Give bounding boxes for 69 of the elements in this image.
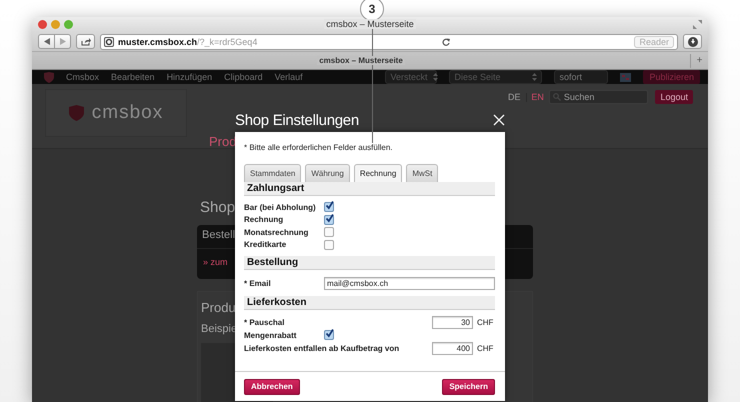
download-icon: [688, 36, 698, 46]
checkbox[interactable]: [324, 214, 334, 225]
panel-title: Bestell: [202, 229, 236, 241]
checkbox[interactable]: [324, 330, 334, 340]
browser-tab[interactable]: cmsbox – Musterseite: [317, 56, 405, 65]
menu-item[interactable]: Clipboard: [224, 72, 263, 82]
required-note: * Bitte alle erforderlichen Felder ausfüllen.: [244, 143, 393, 153]
section-heading: Produ: [201, 300, 236, 315]
search-icon: [552, 93, 561, 101]
shield-logo-icon: [44, 72, 54, 82]
window-title: cmsbox – Musterseite: [324, 19, 416, 29]
publish-time-field[interactable]: sofort: [554, 70, 608, 84]
section-header: Lieferkosten: [244, 296, 495, 310]
select-arrows-icon: [433, 73, 438, 81]
section-header: Bestellung: [244, 256, 495, 270]
checkbox[interactable]: [324, 227, 334, 238]
new-tab-button[interactable]: +: [690, 54, 708, 68]
field-label: Mengenrabatt: [244, 330, 298, 340]
dialog-title: Shop Einstellungen: [235, 112, 359, 128]
select-arrows-icon: [532, 73, 538, 81]
currency-label: CHF: [477, 344, 494, 353]
menu-item[interactable]: Cmsbox: [66, 72, 100, 82]
section-header: Zahlungsart: [244, 182, 495, 196]
dialog-tab[interactable]: Stammdaten: [244, 164, 302, 182]
language-link[interactable]: DE: [508, 92, 521, 102]
amount-field[interactable]: 400: [432, 342, 473, 355]
close-icon[interactable]: [493, 114, 505, 126]
shield-logo-icon: [68, 105, 84, 121]
dialog-tab[interactable]: Rechnung: [354, 164, 402, 182]
fullscreen-icon[interactable]: [693, 20, 702, 29]
menu-item[interactable]: Bearbeiten: [111, 72, 155, 82]
language-link[interactable]: EN: [531, 92, 544, 102]
checkbox[interactable]: [324, 240, 334, 250]
currency-label: CHF: [477, 318, 494, 326]
dialog-tab[interactable]: Währung: [305, 164, 350, 182]
close-window-icon[interactable]: [38, 20, 47, 29]
dialog-tab[interactable]: MwSt: [406, 164, 438, 182]
page-heading: Shop: [200, 199, 236, 216]
site-icon: [104, 36, 114, 46]
field-label: * Pauschal: [244, 318, 286, 326]
menu-item[interactable]: Hinzufügen: [166, 72, 212, 82]
site-logo[interactable]: cmsbox: [45, 89, 187, 137]
address-bar[interactable]: muster.cmsbox.ch/?_k=rdr5Geq4 Reader: [100, 34, 678, 50]
field-label: * Email: [244, 278, 272, 288]
cancel-button[interactable]: Abbrechen: [244, 378, 300, 394]
logout-button[interactable]: Logout: [655, 90, 693, 104]
reload-icon[interactable]: [442, 38, 450, 46]
section-text: Beispie: [201, 323, 238, 335]
forward-button[interactable]: [55, 34, 71, 49]
scope-select[interactable]: Diese Seite: [449, 70, 542, 84]
email-field[interactable]: mail@cmsbox.ch: [324, 276, 495, 290]
search-field[interactable]: Suchen: [548, 90, 648, 104]
save-button[interactable]: Speichern: [442, 378, 495, 394]
downloads-button[interactable]: [683, 34, 702, 49]
field-label: Rechnung: [244, 215, 284, 224]
forward-arrow-icon: [60, 38, 66, 45]
visibility-select[interactable]: Versteckt: [385, 70, 438, 84]
share-icon: [80, 38, 90, 46]
cart-link[interactable]: » zum: [203, 257, 228, 267]
field-label: Monatsrechnung: [244, 228, 310, 237]
amount-field[interactable]: 30: [432, 316, 473, 328]
back-arrow-icon: [44, 38, 50, 45]
field-label: Kreditkarte: [244, 240, 288, 250]
field-label: Bar (bei Abholung): [244, 202, 317, 212]
field-label: Lieferkosten entfallen ab Kaufbetrag von: [244, 344, 400, 353]
share-button[interactable]: [76, 34, 95, 49]
back-button[interactable]: [38, 34, 55, 49]
menu-item[interactable]: Verlauf: [274, 72, 303, 82]
checkbox[interactable]: [324, 202, 334, 212]
